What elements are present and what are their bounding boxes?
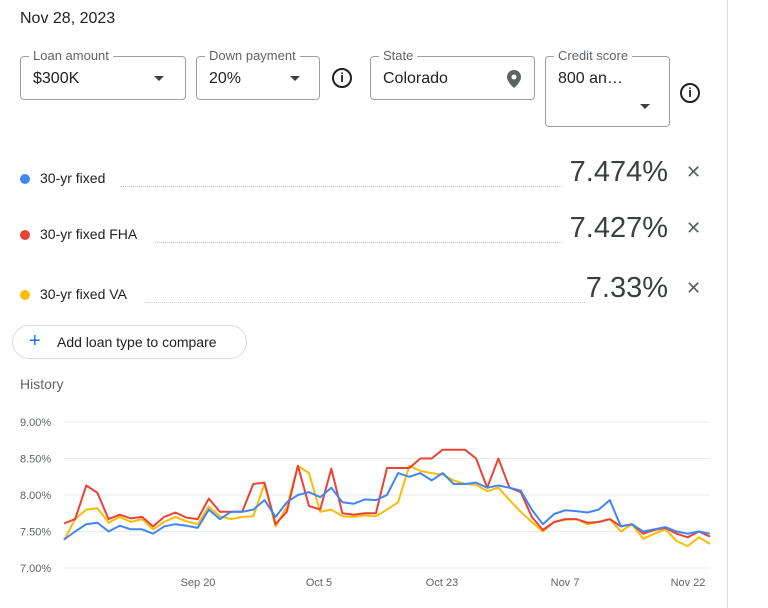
series-color-dot [20,230,30,240]
x-tick-label: Nov 7 [551,577,580,589]
state-select[interactable]: State Colorado [370,48,535,100]
info-icon[interactable]: i [680,83,700,103]
rate-label: 30-yr fixed [40,170,106,186]
plus-icon: + [29,330,41,352]
y-tick-label: 9.00% [20,417,51,429]
y-tick-label: 8.50% [20,454,51,466]
rate-history-chart: 9.00% 8.50% 8.00% 7.50% 7.00% Sep 20 Oct 5 Oct … [0,405,728,608]
dotted-leader [155,242,562,243]
rate-value: 7.474% [569,156,668,188]
close-icon[interactable]: ✕ [686,218,701,239]
date-heading: Nov 28, 2023 [20,10,116,27]
x-tick-label: Oct 23 [426,577,458,589]
rate-row-30yr-fixed-fha: 30-yr fixed FHA 7.427% ✕ [20,212,710,248]
down-payment-value: 20% [209,70,242,87]
rate-label: 30-yr fixed VA [40,286,127,302]
dotted-leader [120,186,562,187]
history-heading: History [20,376,64,392]
close-icon[interactable]: ✕ [686,162,701,183]
rate-row-30yr-fixed-va: 30-yr fixed VA 7.33% ✕ [20,272,710,308]
add-loan-type-label: Add loan type to compare [57,334,217,350]
credit-score-select[interactable]: Credit score 800 an… [545,48,670,127]
caret-down-icon [640,104,650,109]
y-tick-label: 8.00% [20,490,51,502]
loan-amount-label: Loan amount [29,48,113,64]
series-line-30-yr-fixed [63,472,711,541]
rate-label: 30-yr fixed FHA [40,226,138,242]
state-label: State [379,48,418,64]
state-value: Colorado [383,70,448,87]
info-icon[interactable]: i [332,68,352,88]
mortgage-rates-card: Nov 28, 2023 Loan amount $300K Down paym… [0,0,728,608]
dotted-leader [145,302,585,303]
credit-score-label: Credit score [554,48,633,64]
close-icon[interactable]: ✕ [686,278,701,299]
down-payment-label: Down payment [205,48,300,64]
y-tick-label: 7.50% [20,527,51,539]
rate-value: 7.33% [585,272,668,304]
rate-row-30yr-fixed: 30-yr fixed 7.474% ✕ [20,156,710,192]
loan-amount-value: $300K [33,70,80,87]
add-loan-type-button[interactable]: + Add loan type to compare [12,325,247,359]
caret-down-icon [290,76,300,81]
rate-history-svg: 9.00% 8.50% 8.00% 7.50% 7.00% Sep 20 Oct 5 Oct … [20,417,711,589]
rate-value: 7.427% [569,212,668,244]
x-tick-label: Sep 20 [181,577,216,589]
series-color-dot [20,174,30,184]
series-color-dot [20,290,30,300]
y-tick-label: 7.00% [20,563,51,575]
caret-down-icon [154,76,164,81]
x-tick-label: Nov 22 [671,577,706,589]
x-tick-label: Oct 5 [306,577,332,589]
credit-score-value: 800 an… [558,70,623,87]
down-payment-select[interactable]: Down payment 20% [196,48,320,100]
loan-amount-select[interactable]: Loan amount $300K [20,48,186,100]
location-pin-icon [507,70,521,88]
